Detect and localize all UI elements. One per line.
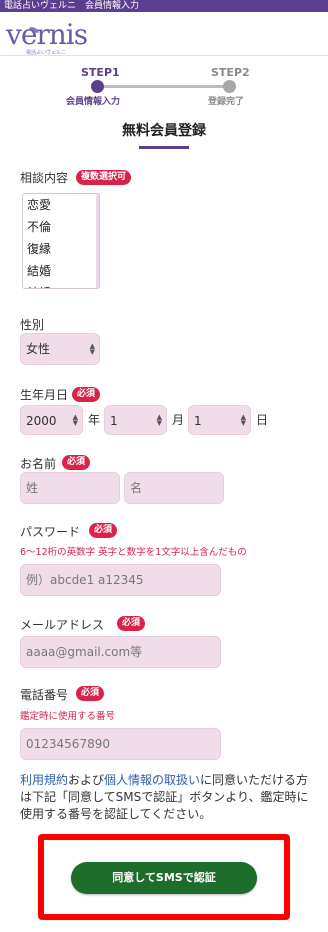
year-unit: 年 xyxy=(88,413,101,427)
required-badge: 必須 xyxy=(62,455,91,470)
select-arrow-icon: ▲ ▼ xyxy=(72,413,78,427)
step1-label: STEP1 xyxy=(81,66,120,79)
agree-sms-auth-button[interactable]: 同意してSMSで認証 xyxy=(71,862,257,894)
logo-subtitle: 電話占いヴェルニ xyxy=(26,50,67,56)
password-note: 6～12桁の英数字 英字と数字を1文字以上含んだもの xyxy=(20,547,247,558)
step1-sublabel: 会員情報入力 xyxy=(66,97,121,107)
phone-note: 鑑定時に使用する番号 xyxy=(20,711,116,722)
first-name-placeholder: 名 xyxy=(130,481,143,495)
title-underline xyxy=(139,146,189,149)
consultation-option[interactable]: 復縁 xyxy=(23,238,99,260)
birth-year-value: 2000 xyxy=(26,414,57,428)
birth-day-value: 1 xyxy=(194,414,202,428)
birth-day-select[interactable]: 1 ▲ ▼ xyxy=(188,405,251,435)
consent-and: および xyxy=(68,773,105,787)
birth-year-select[interactable]: 2000 ▲ ▼ xyxy=(20,405,83,435)
step2-dot-icon xyxy=(223,80,236,93)
multi-select-badge: 複数選択可 xyxy=(76,170,132,185)
required-badge: 必須 xyxy=(117,616,146,631)
header-bar: 電話占いヴェルニ 会員情報入力 xyxy=(0,0,328,12)
last-name-placeholder: 姓 xyxy=(26,481,39,495)
consultation-listbox[interactable]: 恋愛 不倫 復縁 結婚 結婚 xyxy=(22,193,100,289)
email-input[interactable]: aaaa@gmail.com等 xyxy=(20,636,221,668)
month-unit: 月 xyxy=(172,413,185,427)
consultation-option[interactable]: 不倫 xyxy=(23,216,99,238)
page-title: 無料会員登録 xyxy=(122,123,206,139)
step1-dot-icon xyxy=(91,80,104,93)
birthday-label: 生年月日 xyxy=(20,388,69,402)
header-title: 電話占いヴェルニ 会員情報入力 xyxy=(4,1,140,11)
required-badge: 必須 xyxy=(76,686,105,701)
password-placeholder: 例）abcde1 a12345 xyxy=(26,573,144,587)
first-name-input[interactable]: 名 xyxy=(124,472,224,504)
password-input[interactable]: 例）abcde1 a12345 xyxy=(20,564,221,596)
email-placeholder: aaaa@gmail.com等 xyxy=(26,645,143,659)
gender-select[interactable]: 女性 ▲ ▼ xyxy=(20,333,100,365)
logo[interactable]: vernis xyxy=(6,20,88,50)
terms-link[interactable]: 利用規約 xyxy=(20,773,68,787)
required-badge: 必須 xyxy=(89,523,118,538)
gender-value: 女性 xyxy=(26,342,51,356)
logo-area: vernis 電話占いヴェルニ xyxy=(0,12,328,56)
required-badge: 必須 xyxy=(72,387,101,402)
step-track xyxy=(97,85,230,88)
phone-placeholder: 01234567890 xyxy=(26,737,110,751)
listbox-scrollbar[interactable] xyxy=(96,194,99,288)
step2-label: STEP2 xyxy=(211,66,250,79)
last-name-input[interactable]: 姓 xyxy=(20,472,120,504)
privacy-link[interactable]: 個人情報の取扱い xyxy=(104,773,200,787)
phone-input[interactable]: 01234567890 xyxy=(20,728,221,760)
step-indicator: STEP1 STEP2 会員情報入力 登録完了 xyxy=(0,66,328,112)
email-label: メールアドレス xyxy=(20,618,105,632)
step2-sublabel: 登録完了 xyxy=(208,97,245,107)
day-unit: 日 xyxy=(256,413,269,427)
birth-month-value: 1 xyxy=(110,414,118,428)
consent-text: 利用規約および個人情報の取扱いに同意いただける方は下記「同意してSMSで認証」ボ… xyxy=(20,772,310,823)
phone-label: 電話番号 xyxy=(20,688,69,702)
select-arrow-icon: ▲ ▼ xyxy=(240,413,246,427)
gender-label: 性別 xyxy=(20,318,45,332)
consultation-option[interactable]: 結婚 xyxy=(23,260,99,282)
password-label: パスワード xyxy=(20,525,81,539)
birth-month-select[interactable]: 1 ▲ ▼ xyxy=(104,405,167,435)
select-arrow-icon: ▲ ▼ xyxy=(89,342,95,356)
name-label: お名前 xyxy=(20,457,57,471)
consultation-label: 相談内容 xyxy=(20,171,69,185)
consultation-option[interactable]: 結婚 xyxy=(23,282,99,288)
select-arrow-icon: ▲ ▼ xyxy=(156,413,162,427)
consultation-option[interactable]: 恋愛 xyxy=(23,194,99,216)
